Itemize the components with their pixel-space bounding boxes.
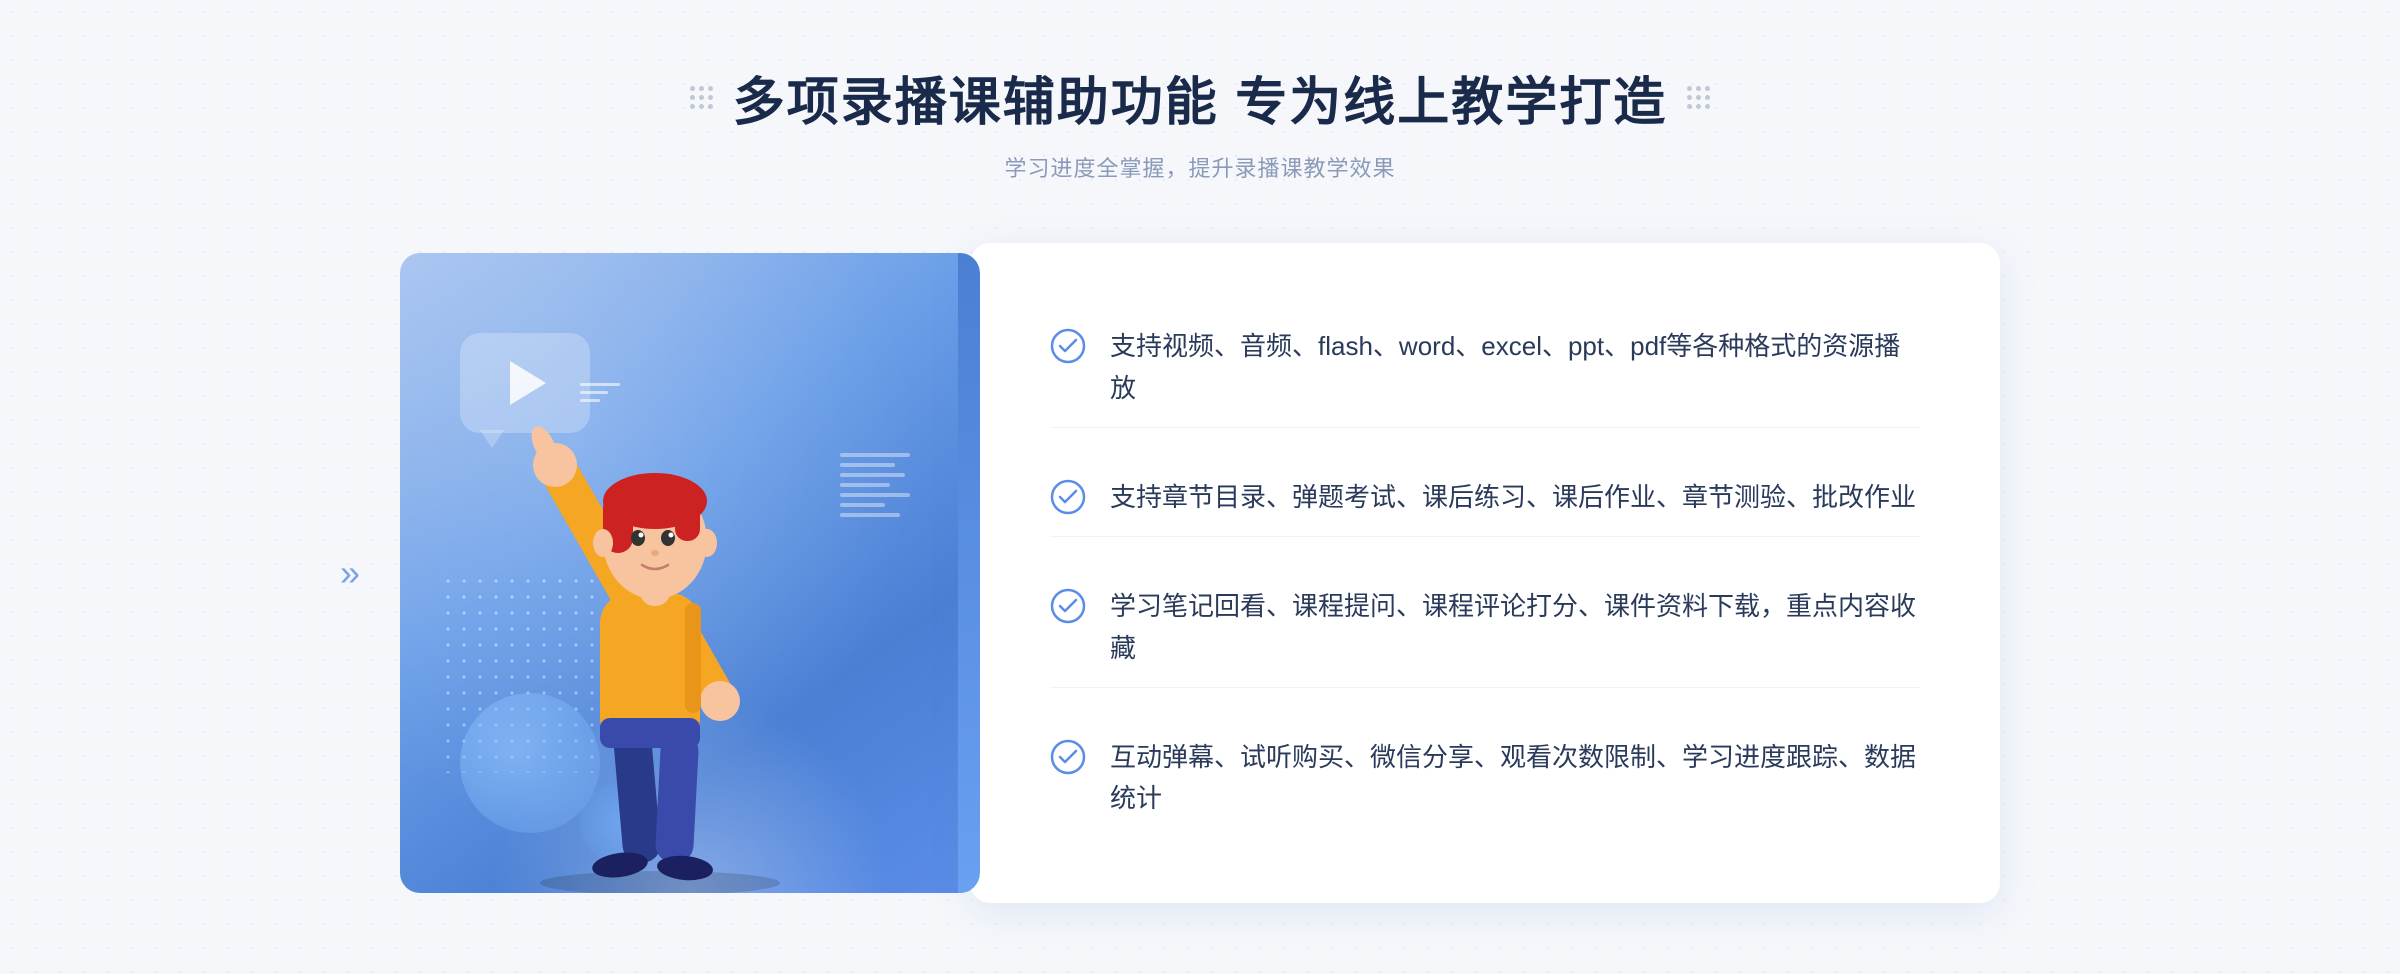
feature-item-1: 支持视频、音频、flash、word、excel、ppt、pdf等各种格式的资源… — [1050, 308, 1920, 428]
header-section: 多项录播课辅助功能 专为线上教学打造 学习进度全掌握，提升录播课教学效果 — [690, 60, 1710, 183]
right-dots-decoration — [1687, 86, 1710, 109]
feature-item-4: 互动弹幕、试听购买、微信分享、观看次数限制、学习进度跟踪、数据统计 — [1050, 719, 1920, 838]
check-icon-2 — [1050, 479, 1086, 515]
title-row: 多项录播课辅助功能 专为线上教学打造 — [690, 60, 1710, 135]
feature-item-2: 支持章节目录、弹题考试、课后练习、课后作业、章节测验、批改作业 — [1050, 459, 1920, 538]
check-icon-4 — [1050, 739, 1086, 775]
check-icon-3 — [1050, 588, 1086, 624]
feature-text-4: 互动弹幕、试听购买、微信分享、观看次数限制、学习进度跟踪、数据统计 — [1110, 737, 1920, 820]
feature-item-3: 学习笔记回看、课程提问、课程评论打分、课件资料下载，重点内容收藏 — [1050, 568, 1920, 688]
illustration-card — [400, 253, 980, 893]
page-wrapper: 多项录播课辅助功能 专为线上教学打造 学习进度全掌握，提升录播课教学效果 » — [0, 0, 2400, 974]
page-subtitle: 学习进度全掌握，提升录播课教学效果 — [690, 151, 1710, 183]
feature-text-3: 学习笔记回看、课程提问、课程评论打分、课件资料下载，重点内容收藏 — [1110, 586, 1920, 669]
left-dots-decoration — [690, 86, 713, 109]
content-panel: 支持视频、音频、flash、word、excel、ppt、pdf等各种格式的资源… — [970, 243, 2000, 903]
stripes-decoration — [840, 453, 920, 613]
feature-text-1: 支持视频、音频、flash、word、excel、ppt、pdf等各种格式的资源… — [1110, 326, 1920, 409]
person-illustration — [500, 373, 820, 893]
left-arrow-decoration: » — [340, 552, 360, 594]
check-icon-1 — [1050, 328, 1086, 364]
accent-bar — [958, 253, 980, 893]
feature-text-2: 支持章节目录、弹题考试、课后练习、课后作业、章节测验、批改作业 — [1110, 477, 1916, 519]
page-title: 多项录播课辅助功能 专为线上教学打造 — [733, 60, 1667, 135]
main-content-area: » — [400, 233, 2000, 913]
